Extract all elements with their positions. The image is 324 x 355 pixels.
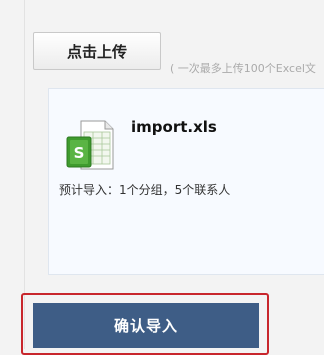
confirm-import-button[interactable]: 确认导入 bbox=[33, 303, 259, 348]
upload-button[interactable]: 点击上传 bbox=[33, 32, 161, 70]
file-name: import.xls bbox=[131, 118, 217, 136]
excel-spreadsheet-icon: S bbox=[66, 120, 114, 170]
svg-text:S: S bbox=[74, 144, 85, 162]
import-summary: 预计导入：1个分组，5个联系人 bbox=[59, 183, 231, 197]
file-preview-panel: S import.xls 预计导入：1个分组，5个联系人 bbox=[48, 88, 324, 275]
upload-limit-hint: ( 一次最多上传100个Excel文 bbox=[170, 62, 316, 75]
